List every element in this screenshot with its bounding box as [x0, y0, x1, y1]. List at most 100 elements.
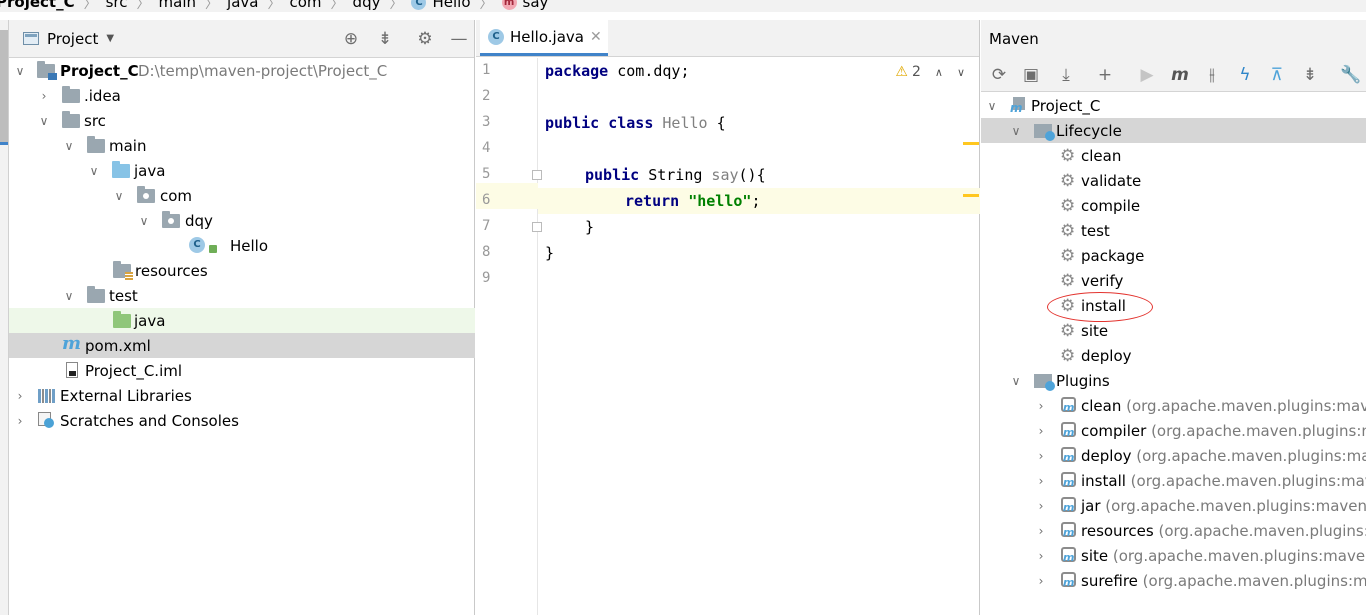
chevron-right-icon[interactable]: › — [13, 389, 27, 403]
tree-item-main[interactable]: ∨ main — [9, 133, 475, 158]
chevron-right-icon[interactable]: › — [1034, 524, 1048, 538]
phase-label: compile — [1081, 196, 1141, 215]
tree-item-dqy[interactable]: ∨ dqy — [9, 208, 475, 233]
chevron-right-icon[interactable]: › — [1034, 474, 1048, 488]
method-name: say — [702, 166, 739, 184]
breadcrumb-item[interactable]: java — [227, 0, 258, 11]
hide-icon[interactable]: — — [449, 29, 469, 49]
lifecycle-phase-site[interactable]: ⚙ site — [981, 318, 1366, 343]
add-icon[interactable]: + — [1094, 64, 1116, 86]
run-icon[interactable]: ▶ — [1136, 64, 1158, 86]
collapse-all-icon[interactable]: ⇟ — [375, 29, 395, 49]
collapse-all-icon[interactable]: ⇟ — [1299, 64, 1321, 86]
tab-hello-java[interactable]: C Hello.java ✕ — [480, 20, 608, 56]
chevron-right-icon[interactable]: › — [13, 414, 27, 428]
inspection-widget[interactable]: ⚠ 2 ∧ ∨ — [895, 64, 965, 80]
tree-item-java-source[interactable]: ∨ java — [9, 158, 475, 183]
breadcrumb-item[interactable]: dqy — [353, 0, 381, 11]
wrench-icon[interactable]: 🔧 — [1340, 64, 1362, 86]
plugins-label: Plugins — [1056, 371, 1110, 390]
tree-item-iml[interactable]: Project_C.iml — [9, 358, 475, 383]
folder-icon — [62, 86, 80, 103]
tree-item-external-libraries[interactable]: › External Libraries — [9, 383, 475, 408]
chevron-down-icon[interactable]: ∨ — [985, 99, 999, 113]
breadcrumb-item[interactable]: Project_C — [0, 0, 75, 11]
lifecycle-phase-clean[interactable]: ⚙ clean — [981, 143, 1366, 168]
chevron-down-icon[interactable]: ∨ — [87, 164, 101, 178]
lifecycle-phase-test[interactable]: ⚙ test — [981, 218, 1366, 243]
chevron-down-icon[interactable]: ∨ — [62, 139, 76, 153]
lifecycle-phase-package[interactable]: ⚙ package — [981, 243, 1366, 268]
plugin-item[interactable]: › install (org.apache.maven.plugins:mave — [981, 468, 1366, 493]
chevron-down-icon[interactable]: ▼ — [106, 33, 114, 44]
tree-item-label: resources — [135, 261, 208, 280]
code-line: } — [538, 214, 980, 240]
lifecycle-phase-validate[interactable]: ⚙ validate — [981, 168, 1366, 193]
breadcrumb-method-item[interactable]: m say — [501, 0, 548, 11]
maven-lifecycle-item[interactable]: ∨ Lifecycle — [981, 118, 1366, 143]
execute-goal-icon[interactable]: m — [1169, 64, 1191, 86]
plugin-name: install — [1081, 471, 1126, 490]
gear-icon[interactable]: ⚙ — [415, 29, 435, 49]
reload-icon[interactable]: ⟳ — [988, 64, 1010, 86]
code-text: } — [545, 244, 555, 262]
chevron-right-icon[interactable]: › — [1034, 499, 1048, 513]
chevron-up-icon[interactable]: ∧ — [935, 66, 943, 79]
tree-item-project-root[interactable]: ∨ Project_C D:\temp\maven-project\Projec… — [9, 58, 475, 83]
plugin-item[interactable]: › site (org.apache.maven.plugins:maven- — [981, 543, 1366, 568]
plugin-item[interactable]: › clean (org.apache.maven.plugins:maven — [981, 393, 1366, 418]
project-tool-window-tab[interactable] — [0, 30, 8, 145]
plugin-item[interactable]: › jar (org.apache.maven.plugins:maven-ja — [981, 493, 1366, 518]
plugin-item[interactable]: › compiler (org.apache.maven.plugins:ma — [981, 418, 1366, 443]
tree-item-pom[interactable]: m pom.xml — [9, 333, 475, 358]
plugin-item[interactable]: › deploy (org.apache.maven.plugins:mav — [981, 443, 1366, 468]
maven-module-icon — [1010, 97, 1027, 115]
breadcrumb-item[interactable]: src — [106, 0, 128, 11]
skip-tests-icon[interactable]: ϟ — [1234, 64, 1256, 86]
toggle-offline-icon[interactable]: ⫲ — [1201, 64, 1223, 86]
tree-item-test[interactable]: ∨ test — [9, 283, 475, 308]
chevron-down-icon[interactable]: ∨ — [13, 64, 27, 78]
chevron-down-icon[interactable]: ∨ — [957, 66, 965, 79]
lifecycle-phase-deploy[interactable]: ⚙ deploy — [981, 343, 1366, 368]
chevron-down-icon[interactable]: ∨ — [137, 214, 151, 228]
chevron-right-icon[interactable]: › — [1034, 574, 1048, 588]
breadcrumb-class-item[interactable]: C Hello — [411, 0, 471, 11]
tree-item-scratches[interactable]: › Scratches and Consoles — [9, 408, 475, 433]
tree-item-java-test[interactable]: java — [9, 308, 475, 333]
code-area[interactable]: package com.dqy; public class Hello { pu… — [538, 58, 980, 615]
show-dependencies-icon[interactable]: ⊼ — [1266, 64, 1288, 86]
lifecycle-phase-install[interactable]: ⚙ install — [981, 293, 1366, 318]
maven-plugins-item[interactable]: ∨ Plugins — [981, 368, 1366, 393]
chevron-right-icon[interactable]: › — [37, 89, 51, 103]
generate-sources-icon[interactable]: ▣ — [1020, 64, 1042, 86]
tree-item-src[interactable]: ∨ src — [9, 108, 475, 133]
tree-item-label: Project_C — [60, 61, 139, 80]
plugin-item[interactable]: › resources (org.apache.maven.plugins:m — [981, 518, 1366, 543]
plugin-item[interactable]: › surefire (org.apache.maven.plugins:ma — [981, 568, 1366, 593]
chevron-right-icon[interactable]: › — [1034, 549, 1048, 563]
maven-project-item[interactable]: ∨ Project_C — [981, 93, 1366, 118]
tree-item-idea[interactable]: › .idea — [9, 83, 475, 108]
chevron-down-icon[interactable]: ∨ — [1009, 124, 1023, 138]
chevron-down-icon[interactable]: ∨ — [62, 289, 76, 303]
chevron-right-icon[interactable]: › — [1034, 449, 1048, 463]
download-icon[interactable]: ⤓ — [1055, 64, 1077, 86]
tree-item-hello[interactable]: C Hello — [9, 233, 475, 258]
breadcrumb-item[interactable]: com — [289, 0, 321, 11]
error-stripe-mark[interactable] — [963, 194, 979, 197]
chevron-right-icon[interactable]: › — [1034, 399, 1048, 413]
lifecycle-phase-compile[interactable]: ⚙ compile — [981, 193, 1366, 218]
lifecycle-phase-verify[interactable]: ⚙ verify — [981, 268, 1366, 293]
project-panel-title[interactable]: Project — [47, 30, 98, 48]
chevron-down-icon[interactable]: ∨ — [112, 189, 126, 203]
tree-item-resources[interactable]: resources — [9, 258, 475, 283]
locate-icon[interactable]: ⊕ — [341, 29, 361, 49]
breadcrumb-item[interactable]: main — [159, 0, 196, 11]
chevron-right-icon[interactable]: › — [1034, 424, 1048, 438]
error-stripe-mark[interactable] — [963, 142, 979, 145]
close-icon[interactable]: ✕ — [590, 29, 602, 45]
chevron-down-icon[interactable]: ∨ — [1009, 374, 1023, 388]
tree-item-com[interactable]: ∨ com — [9, 183, 475, 208]
chevron-down-icon[interactable]: ∨ — [37, 114, 51, 128]
